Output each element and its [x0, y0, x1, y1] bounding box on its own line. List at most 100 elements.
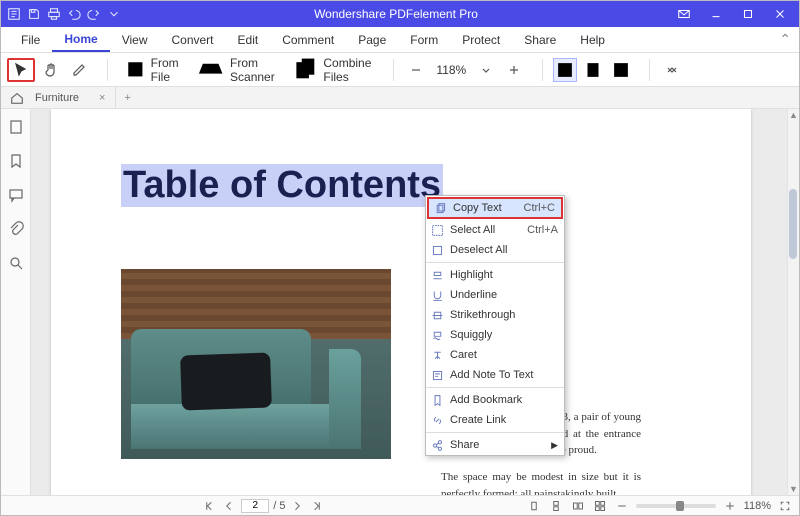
menu-home[interactable]: Home [52, 28, 109, 52]
view-facing-continuous-icon[interactable] [592, 498, 608, 514]
ctx-share[interactable]: Share ▶ [426, 435, 564, 455]
zoom-value: 118% [432, 63, 470, 77]
menu-edit[interactable]: Edit [226, 29, 271, 51]
read-mode-button[interactable] [660, 58, 684, 82]
menu-page[interactable]: Page [346, 29, 398, 51]
link-icon [430, 413, 444, 427]
ctx-squiggly[interactable]: Squiggly [426, 325, 564, 345]
note-icon [430, 368, 444, 382]
fit-page-button[interactable] [581, 58, 605, 82]
document-image [121, 269, 391, 459]
menu-protect[interactable]: Protect [450, 29, 512, 51]
ctx-caret[interactable]: Caret [426, 345, 564, 365]
ctx-highlight[interactable]: Highlight [426, 265, 564, 285]
context-menu: Copy Text Ctrl+C Select All Ctrl+A Desel… [425, 195, 565, 456]
select-all-icon [430, 223, 444, 237]
zoom-dropdown-icon[interactable] [474, 58, 498, 82]
last-page-button[interactable] [309, 498, 325, 514]
left-panel [1, 109, 31, 495]
from-file-label: From File [151, 56, 179, 84]
ctx-strike-label: Strikethrough [450, 309, 515, 321]
next-page-button[interactable] [289, 498, 305, 514]
ctx-add-note[interactable]: Add Note To Text [426, 365, 564, 385]
scroll-down-icon[interactable]: ▼ [788, 483, 799, 495]
from-scanner-button[interactable]: From Scanner [189, 58, 281, 82]
menu-form[interactable]: Form [398, 29, 450, 51]
edit-tool[interactable] [67, 58, 91, 82]
menu-help[interactable]: Help [568, 29, 617, 51]
ctx-bookmark[interactable]: Add Bookmark [426, 390, 564, 410]
squiggly-icon [430, 328, 444, 342]
save-icon[interactable] [25, 5, 43, 23]
select-tool[interactable] [7, 58, 35, 82]
vertical-scrollbar[interactable]: ▲ ▼ [787, 109, 799, 495]
mail-icon[interactable] [669, 4, 699, 24]
actual-size-button[interactable] [609, 58, 633, 82]
zoom-in-status-button[interactable] [722, 498, 738, 514]
minimize-button[interactable] [701, 4, 731, 24]
document-viewport[interactable]: Table of Contents On a quaint summer of … [31, 109, 787, 495]
comments-icon[interactable] [6, 185, 26, 205]
bookmark-icon[interactable] [6, 151, 26, 171]
copy-icon [433, 201, 447, 215]
ctx-link[interactable]: Create Link [426, 410, 564, 430]
underline-icon [430, 288, 444, 302]
thumbnails-icon[interactable] [6, 117, 26, 137]
fullscreen-icon[interactable] [777, 498, 793, 514]
print-icon[interactable] [45, 5, 63, 23]
tab-document[interactable]: Furniture × [27, 87, 116, 108]
view-single-icon[interactable] [526, 498, 542, 514]
page-total: / 5 [273, 500, 285, 512]
status-bar: / 5 118% [1, 495, 799, 515]
scroll-up-icon[interactable]: ▲ [788, 109, 799, 121]
ctx-squiggly-label: Squiggly [450, 329, 492, 341]
search-icon[interactable] [6, 253, 26, 273]
menu-convert[interactable]: Convert [159, 29, 225, 51]
ribbon-collapse-icon[interactable]: ⌃ [779, 31, 791, 48]
tab-home-icon[interactable] [7, 89, 27, 107]
ctx-deselect[interactable]: Deselect All [426, 240, 564, 260]
ctx-caret-label: Caret [450, 349, 477, 361]
view-facing-icon[interactable] [570, 498, 586, 514]
ctx-strike[interactable]: Strikethrough [426, 305, 564, 325]
selected-heading[interactable]: Table of Contents [121, 164, 443, 207]
fit-width-button[interactable] [553, 58, 577, 82]
zoom-out-status-button[interactable] [614, 498, 630, 514]
page-number-input[interactable] [241, 499, 269, 513]
combine-files-button[interactable]: Combine Files [285, 58, 378, 82]
redo-icon[interactable] [85, 5, 103, 23]
undo-icon[interactable] [65, 5, 83, 23]
tab-add-button[interactable]: + [116, 92, 138, 104]
strike-icon [430, 308, 444, 322]
menu-file[interactable]: File [9, 29, 52, 51]
app-logo-icon [5, 5, 23, 23]
view-continuous-icon[interactable] [548, 498, 564, 514]
close-button[interactable] [765, 4, 795, 24]
menu-comment[interactable]: Comment [270, 29, 346, 51]
submenu-arrow-icon: ▶ [551, 440, 558, 451]
ctx-link-label: Create Link [450, 414, 506, 426]
scroll-thumb[interactable] [789, 189, 797, 259]
attachments-icon[interactable] [6, 219, 26, 239]
first-page-button[interactable] [201, 498, 217, 514]
zoom-slider[interactable] [636, 504, 716, 508]
menu-view[interactable]: View [110, 29, 160, 51]
from-file-button[interactable]: From File [118, 58, 185, 82]
ctx-select-all[interactable]: Select All Ctrl+A [426, 220, 564, 240]
prev-page-button[interactable] [221, 498, 237, 514]
menu-share[interactable]: Share [512, 29, 568, 51]
hand-tool[interactable] [39, 58, 63, 82]
zoom-in-button[interactable] [502, 58, 526, 82]
deselect-icon [430, 243, 444, 257]
zoom-status-value: 118% [744, 500, 771, 512]
ctx-underline[interactable]: Underline [426, 285, 564, 305]
zoom-slider-knob[interactable] [676, 501, 684, 511]
bookmark-small-icon [430, 393, 444, 407]
page-navigator: / 5 [201, 498, 325, 514]
tab-close-icon[interactable]: × [99, 92, 105, 104]
qat-dropdown-icon[interactable] [105, 5, 123, 23]
from-scanner-label: From Scanner [230, 56, 275, 84]
ctx-copy-text[interactable]: Copy Text Ctrl+C [427, 197, 563, 219]
maximize-button[interactable] [733, 4, 763, 24]
zoom-out-button[interactable] [404, 58, 428, 82]
